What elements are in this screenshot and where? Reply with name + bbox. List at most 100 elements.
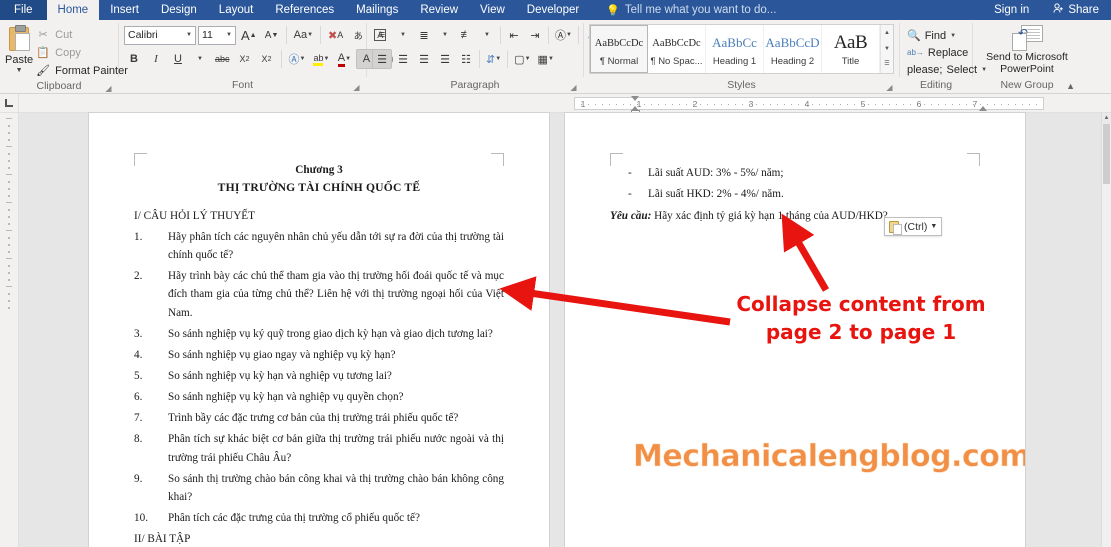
ruler-tick [987, 104, 988, 105]
align-center-button[interactable]: ☰ [393, 49, 413, 69]
bullets-dropdown[interactable]: ▼ [393, 25, 413, 45]
numbering-dropdown[interactable]: ▼ [435, 25, 455, 45]
grow-font-button[interactable]: A ▲ [238, 25, 260, 45]
numbering-button[interactable]: ≣ [414, 25, 434, 45]
question-item: 9. So sánh thị trường chào bán công khai … [134, 470, 504, 506]
italic-button[interactable]: I [146, 49, 166, 69]
bullets-button[interactable]: ≡ [372, 25, 392, 45]
text-highlight-button[interactable]: ab ▼ [310, 49, 332, 69]
shading-button[interactable]: ▢ ▼ [511, 49, 533, 69]
copy-button[interactable]: 📋 Copy [33, 44, 131, 61]
tab-insert[interactable]: Insert [99, 0, 150, 20]
superscript-button[interactable]: X2 [257, 49, 277, 69]
replace-button[interactable]: ab→ Replace [905, 44, 970, 61]
style-normal-label: Normal [607, 56, 639, 67]
paste-options-button[interactable]: (Ctrl) ▼ [884, 217, 943, 236]
justify-button[interactable]: ☰ [435, 49, 455, 69]
scrollbar-thumb[interactable] [1103, 124, 1110, 184]
change-case-button[interactable]: Aa ▼ [291, 25, 316, 45]
tab-stop-selector[interactable] [0, 94, 19, 112]
tab-layout[interactable]: Layout [208, 0, 265, 20]
styles-more-icon[interactable]: ☰ [881, 57, 893, 72]
new-group-label: New Group [973, 78, 1081, 93]
style-heading-2[interactable]: AaBbCcD Heading 2 [764, 25, 822, 73]
tell-me-search[interactable]: 💡 Tell me what you want to do... [590, 0, 776, 20]
ruler-track[interactable]: 11234567 [574, 96, 1044, 112]
style-heading-1[interactable]: AaBbCc Heading 1 [706, 25, 764, 73]
editing-body: 🔍 Find ▼ ab→ Replace please; Select ▼ [900, 23, 987, 78]
ruler-tick [882, 104, 883, 105]
paragraph-dialog-launcher[interactable]: ◢ [569, 83, 578, 92]
styles-scroll-up-icon[interactable]: ▲ [881, 26, 893, 41]
asian-layout-button[interactable]: Ⓐ ▼ [552, 25, 575, 45]
interest-rate-item: - Lãi suất HKD: 2% - 4%/ năm. [610, 185, 980, 203]
styles-scroll[interactable]: ▲ ▼ ☰ [880, 25, 893, 73]
multilevel-list-button[interactable]: ≢ [456, 25, 476, 45]
share-button[interactable]: Share [1041, 3, 1111, 17]
tab-design[interactable]: Design [150, 0, 208, 20]
ruler-number: 3 [748, 99, 754, 109]
cut-button[interactable]: ✂ Cut [33, 26, 131, 43]
styles-dialog-launcher[interactable]: ◢ [885, 83, 894, 92]
decrease-indent-button[interactable]: ⇤ [504, 25, 524, 45]
vertical-scrollbar[interactable]: ▲ [1101, 113, 1111, 547]
align-right-button[interactable]: ☰ [414, 49, 434, 69]
dash-marker: - [628, 188, 632, 201]
styles-scroll-down-icon[interactable]: ▼ [881, 42, 893, 57]
bold-button[interactable]: B [124, 49, 144, 69]
right-indent-marker[interactable] [979, 106, 987, 111]
clipboard-dialog-launcher[interactable]: ◢ [104, 84, 113, 93]
collapse-ribbon-button[interactable]: ▲ [1066, 81, 1075, 91]
line-spacing-button[interactable]: ⇵ ▼ [483, 49, 504, 69]
find-button[interactable]: 🔍 Find ▼ [905, 27, 958, 44]
underline-dropdown[interactable]: ▼ [190, 49, 210, 69]
clear-formatting-button[interactable]: ✖ A [325, 25, 346, 45]
tab-developer[interactable]: Developer [516, 0, 590, 20]
styles-gallery: AaBbCcDc ¶ Normal AaBbCcDc ¶ No Spac... … [589, 24, 894, 74]
tab-references[interactable]: References [264, 0, 345, 20]
distributed-button[interactable]: ☷ [456, 49, 476, 69]
scroll-up-icon[interactable]: ▲ [1102, 113, 1111, 124]
page-2-content[interactable]: - Lãi suất AUD: 3% - 5%/ năm; - Lãi suất… [610, 161, 980, 225]
tab-mailings[interactable]: Mailings [345, 0, 409, 20]
left-indent-marker[interactable] [631, 110, 640, 112]
style-title[interactable]: AaB Title [822, 25, 880, 73]
tell-me-placeholder: Tell me what you want to do... [624, 4, 777, 16]
send-to-powerpoint-button[interactable]: ↶ Send to Microsoft PowerPoint [978, 23, 1076, 75]
font-dialog-launcher[interactable]: ◢ [352, 83, 361, 92]
phonetic-guide-button[interactable]: あ [348, 25, 368, 45]
tab-review[interactable]: Review [409, 0, 469, 20]
question-number: 8. [134, 433, 143, 446]
multilevel-dropdown[interactable]: ▼ [477, 25, 497, 45]
page-1[interactable]: Chương 3 THỊ TRƯỜNG TÀI CHÍNH QUỐC TẾ I/… [89, 113, 549, 547]
tab-view[interactable]: View [469, 0, 516, 20]
font-name-input[interactable]: Calibri ▼ [124, 25, 196, 45]
style-no-spacing[interactable]: AaBbCcDc ¶ No Spac... [648, 25, 706, 73]
underline-button[interactable]: U [168, 49, 188, 69]
format-painter-button[interactable]: 🖌 Format Painter [33, 62, 131, 79]
font-size-input[interactable]: 11 ▼ [198, 25, 236, 45]
horizontal-ruler[interactable]: 11234567 [19, 94, 1111, 112]
paste-button[interactable]: Paste ▼ [5, 23, 33, 74]
style-title-label: Title [841, 56, 860, 67]
first-line-indent-marker[interactable] [631, 96, 639, 101]
increase-indent-button[interactable]: ⇥ [525, 25, 545, 45]
paste-dropdown-icon[interactable]: ▼ [16, 67, 23, 74]
strikethrough-button[interactable]: abc [212, 49, 233, 69]
align-left-button[interactable]: ☰ [372, 49, 392, 69]
style-normal[interactable]: AaBbCcDc ¶ Normal [590, 25, 648, 73]
sign-in-button[interactable]: Sign in [982, 4, 1041, 16]
borders-button[interactable]: ▦ ▼ [535, 49, 557, 69]
page-1-content[interactable]: Chương 3 THỊ TRƯỜNG TÀI CHÍNH QUỐC TẾ I/… [134, 161, 504, 547]
subscript-button[interactable]: X2 [235, 49, 255, 69]
text-effects-button[interactable]: Ⓐ ▼ [286, 49, 309, 69]
chevron-down-icon[interactable]: ▼ [930, 223, 937, 230]
font-color-button[interactable]: A ▼ [334, 49, 354, 69]
shrink-font-button[interactable]: A ▼ [262, 25, 282, 45]
ruler-tick [924, 104, 925, 105]
vertical-ruler[interactable] [0, 113, 19, 547]
tab-home[interactable]: Home [46, 0, 100, 20]
style-heading-2-preview: AaBbCcD [765, 35, 820, 50]
tab-file[interactable]: File [0, 0, 47, 20]
bullet-list-icon: ≡ [378, 29, 386, 41]
